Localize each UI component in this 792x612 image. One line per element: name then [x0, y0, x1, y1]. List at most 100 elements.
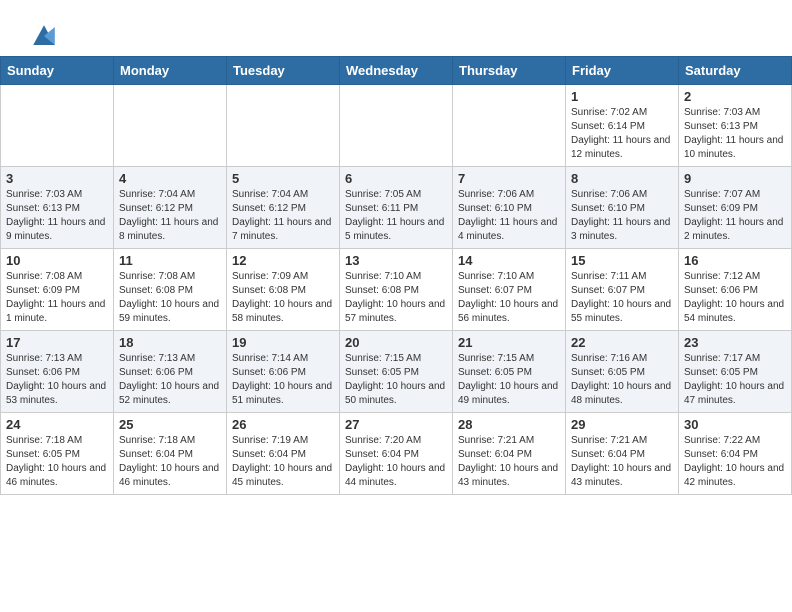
day-info: Sunrise: 7:06 AM Sunset: 6:10 PM Dayligh…	[571, 188, 673, 244]
day-info: Sunrise: 7:20 AM Sunset: 6:04 PM Dayligh…	[345, 434, 447, 490]
day-info: Sunrise: 7:21 AM Sunset: 6:04 PM Dayligh…	[458, 434, 560, 490]
day-number: 1	[571, 89, 673, 104]
calendar-cell: 28 Sunrise: 7:21 AM Sunset: 6:04 PM Dayli…	[453, 413, 566, 495]
calendar-cell	[453, 85, 566, 167]
calendar-cell: 21 Sunrise: 7:15 AM Sunset: 6:05 PM Dayli…	[453, 331, 566, 413]
calendar-cell	[114, 85, 227, 167]
day-number: 28	[458, 417, 560, 432]
day-number: 13	[345, 253, 447, 268]
day-number: 27	[345, 417, 447, 432]
calendar-cell: 4Sunrise: 7:04 AM Sunset: 6:12 PM Daylig…	[114, 167, 227, 249]
day-number: 15	[571, 253, 673, 268]
day-number: 14	[458, 253, 560, 268]
day-number: 20	[345, 335, 447, 350]
day-number: 24	[6, 417, 108, 432]
day-number: 5	[232, 171, 334, 186]
day-number: 22	[571, 335, 673, 350]
day-info: Sunrise: 7:16 AM Sunset: 6:05 PM Dayligh…	[571, 352, 673, 408]
calendar-table: SundayMondayTuesdayWednesdayThursdayFrid…	[0, 56, 792, 495]
weekday-header-friday: Friday	[566, 57, 679, 85]
calendar-cell: 24 Sunrise: 7:18 AM Sunset: 6:05 PM Dayli…	[1, 413, 114, 495]
day-info: Sunrise: 7:06 AM Sunset: 6:10 PM Dayligh…	[458, 188, 560, 244]
calendar-cell: 14 Sunrise: 7:10 AM Sunset: 6:07 PM Dayli…	[453, 249, 566, 331]
day-info: Sunrise: 7:09 AM Sunset: 6:08 PM Dayligh…	[232, 270, 334, 326]
calendar-cell: 3Sunrise: 7:03 AM Sunset: 6:13 PM Daylig…	[1, 167, 114, 249]
day-info: Sunrise: 7:08 AM Sunset: 6:08 PM Dayligh…	[119, 270, 221, 326]
calendar-cell: 8 Sunrise: 7:06 AM Sunset: 6:10 PM Daylig…	[566, 167, 679, 249]
calendar-cell: 30 Sunrise: 7:22 AM Sunset: 6:04 PM Dayli…	[679, 413, 792, 495]
day-info: Sunrise: 7:02 AM Sunset: 6:14 PM Dayligh…	[571, 106, 673, 162]
weekday-header-wednesday: Wednesday	[340, 57, 453, 85]
calendar-cell: 9 Sunrise: 7:07 AM Sunset: 6:09 PM Daylig…	[679, 167, 792, 249]
day-number: 16	[684, 253, 786, 268]
weekday-header-monday: Monday	[114, 57, 227, 85]
day-info: Sunrise: 7:18 AM Sunset: 6:05 PM Dayligh…	[6, 434, 108, 490]
calendar-cell: 7 Sunrise: 7:06 AM Sunset: 6:10 PM Daylig…	[453, 167, 566, 249]
logo	[24, 18, 62, 48]
calendar-cell: 20Sunrise: 7:15 AM Sunset: 6:05 PM Dayli…	[340, 331, 453, 413]
day-info: Sunrise: 7:19 AM Sunset: 6:04 PM Dayligh…	[232, 434, 334, 490]
calendar-cell: 26 Sunrise: 7:19 AM Sunset: 6:04 PM Dayli…	[227, 413, 340, 495]
calendar-cell	[1, 85, 114, 167]
day-number: 26	[232, 417, 334, 432]
calendar-cell: 5 Sunrise: 7:04 AM Sunset: 6:12 PM Daylig…	[227, 167, 340, 249]
day-number: 29	[571, 417, 673, 432]
calendar-cell: 27 Sunrise: 7:20 AM Sunset: 6:04 PM Dayli…	[340, 413, 453, 495]
day-number: 11	[119, 253, 221, 268]
day-number: 18	[119, 335, 221, 350]
calendar-cell: 6 Sunrise: 7:05 AM Sunset: 6:11 PM Daylig…	[340, 167, 453, 249]
day-number: 2	[684, 89, 786, 104]
day-number: 7	[458, 171, 560, 186]
calendar-cell: 12Sunrise: 7:09 AM Sunset: 6:08 PM Dayli…	[227, 249, 340, 331]
day-info: Sunrise: 7:21 AM Sunset: 6:04 PM Dayligh…	[571, 434, 673, 490]
calendar-cell	[340, 85, 453, 167]
calendar-cell: 19 Sunrise: 7:14 AM Sunset: 6:06 PM Dayli…	[227, 331, 340, 413]
calendar-week-2: 3Sunrise: 7:03 AM Sunset: 6:13 PM Daylig…	[1, 167, 792, 249]
day-number: 19	[232, 335, 334, 350]
day-number: 30	[684, 417, 786, 432]
day-info: Sunrise: 7:03 AM Sunset: 6:13 PM Dayligh…	[6, 188, 108, 244]
day-info: Sunrise: 7:13 AM Sunset: 6:06 PM Dayligh…	[119, 352, 221, 408]
day-number: 6	[345, 171, 447, 186]
day-number: 23	[684, 335, 786, 350]
calendar-week-3: 10 Sunrise: 7:08 AM Sunset: 6:09 PM Dayli…	[1, 249, 792, 331]
day-info: Sunrise: 7:22 AM Sunset: 6:04 PM Dayligh…	[684, 434, 786, 490]
day-info: Sunrise: 7:14 AM Sunset: 6:06 PM Dayligh…	[232, 352, 334, 408]
calendar-cell: 18 Sunrise: 7:13 AM Sunset: 6:06 PM Dayli…	[114, 331, 227, 413]
calendar-cell: 17 Sunrise: 7:13 AM Sunset: 6:06 PM Dayli…	[1, 331, 114, 413]
calendar-cell: 11 Sunrise: 7:08 AM Sunset: 6:08 PM Dayli…	[114, 249, 227, 331]
calendar-cell: 2 Sunrise: 7:03 AM Sunset: 6:13 PM Daylig…	[679, 85, 792, 167]
day-info: Sunrise: 7:18 AM Sunset: 6:04 PM Dayligh…	[119, 434, 221, 490]
day-info: Sunrise: 7:13 AM Sunset: 6:06 PM Dayligh…	[6, 352, 108, 408]
day-number: 25	[119, 417, 221, 432]
logo-icon	[26, 18, 62, 54]
day-number: 8	[571, 171, 673, 186]
day-number: 17	[6, 335, 108, 350]
calendar-cell: 13 Sunrise: 7:10 AM Sunset: 6:08 PM Dayli…	[340, 249, 453, 331]
calendar-cell: 1 Sunrise: 7:02 AM Sunset: 6:14 PM Daylig…	[566, 85, 679, 167]
calendar-cell: 15 Sunrise: 7:11 AM Sunset: 6:07 PM Dayli…	[566, 249, 679, 331]
weekday-header-sunday: Sunday	[1, 57, 114, 85]
calendar-cell: 22 Sunrise: 7:16 AM Sunset: 6:05 PM Dayli…	[566, 331, 679, 413]
day-info: Sunrise: 7:08 AM Sunset: 6:09 PM Dayligh…	[6, 270, 108, 326]
day-info: Sunrise: 7:07 AM Sunset: 6:09 PM Dayligh…	[684, 188, 786, 244]
weekday-header-saturday: Saturday	[679, 57, 792, 85]
day-info: Sunrise: 7:05 AM Sunset: 6:11 PM Dayligh…	[345, 188, 447, 244]
day-info: Sunrise: 7:15 AM Sunset: 6:05 PM Dayligh…	[458, 352, 560, 408]
day-number: 9	[684, 171, 786, 186]
calendar-week-1: 1 Sunrise: 7:02 AM Sunset: 6:14 PM Daylig…	[1, 85, 792, 167]
day-number: 10	[6, 253, 108, 268]
calendar-cell	[227, 85, 340, 167]
calendar-cell: 16Sunrise: 7:12 AM Sunset: 6:06 PM Dayli…	[679, 249, 792, 331]
day-info: Sunrise: 7:03 AM Sunset: 6:13 PM Dayligh…	[684, 106, 786, 162]
day-info: Sunrise: 7:11 AM Sunset: 6:07 PM Dayligh…	[571, 270, 673, 326]
day-info: Sunrise: 7:10 AM Sunset: 6:07 PM Dayligh…	[458, 270, 560, 326]
day-number: 4	[119, 171, 221, 186]
calendar-week-5: 24 Sunrise: 7:18 AM Sunset: 6:05 PM Dayli…	[1, 413, 792, 495]
page-header	[0, 0, 792, 56]
calendar-cell: 25 Sunrise: 7:18 AM Sunset: 6:04 PM Dayli…	[114, 413, 227, 495]
day-number: 21	[458, 335, 560, 350]
day-info: Sunrise: 7:10 AM Sunset: 6:08 PM Dayligh…	[345, 270, 447, 326]
calendar-cell: 23Sunrise: 7:17 AM Sunset: 6:05 PM Dayli…	[679, 331, 792, 413]
day-info: Sunrise: 7:04 AM Sunset: 6:12 PM Dayligh…	[232, 188, 334, 244]
